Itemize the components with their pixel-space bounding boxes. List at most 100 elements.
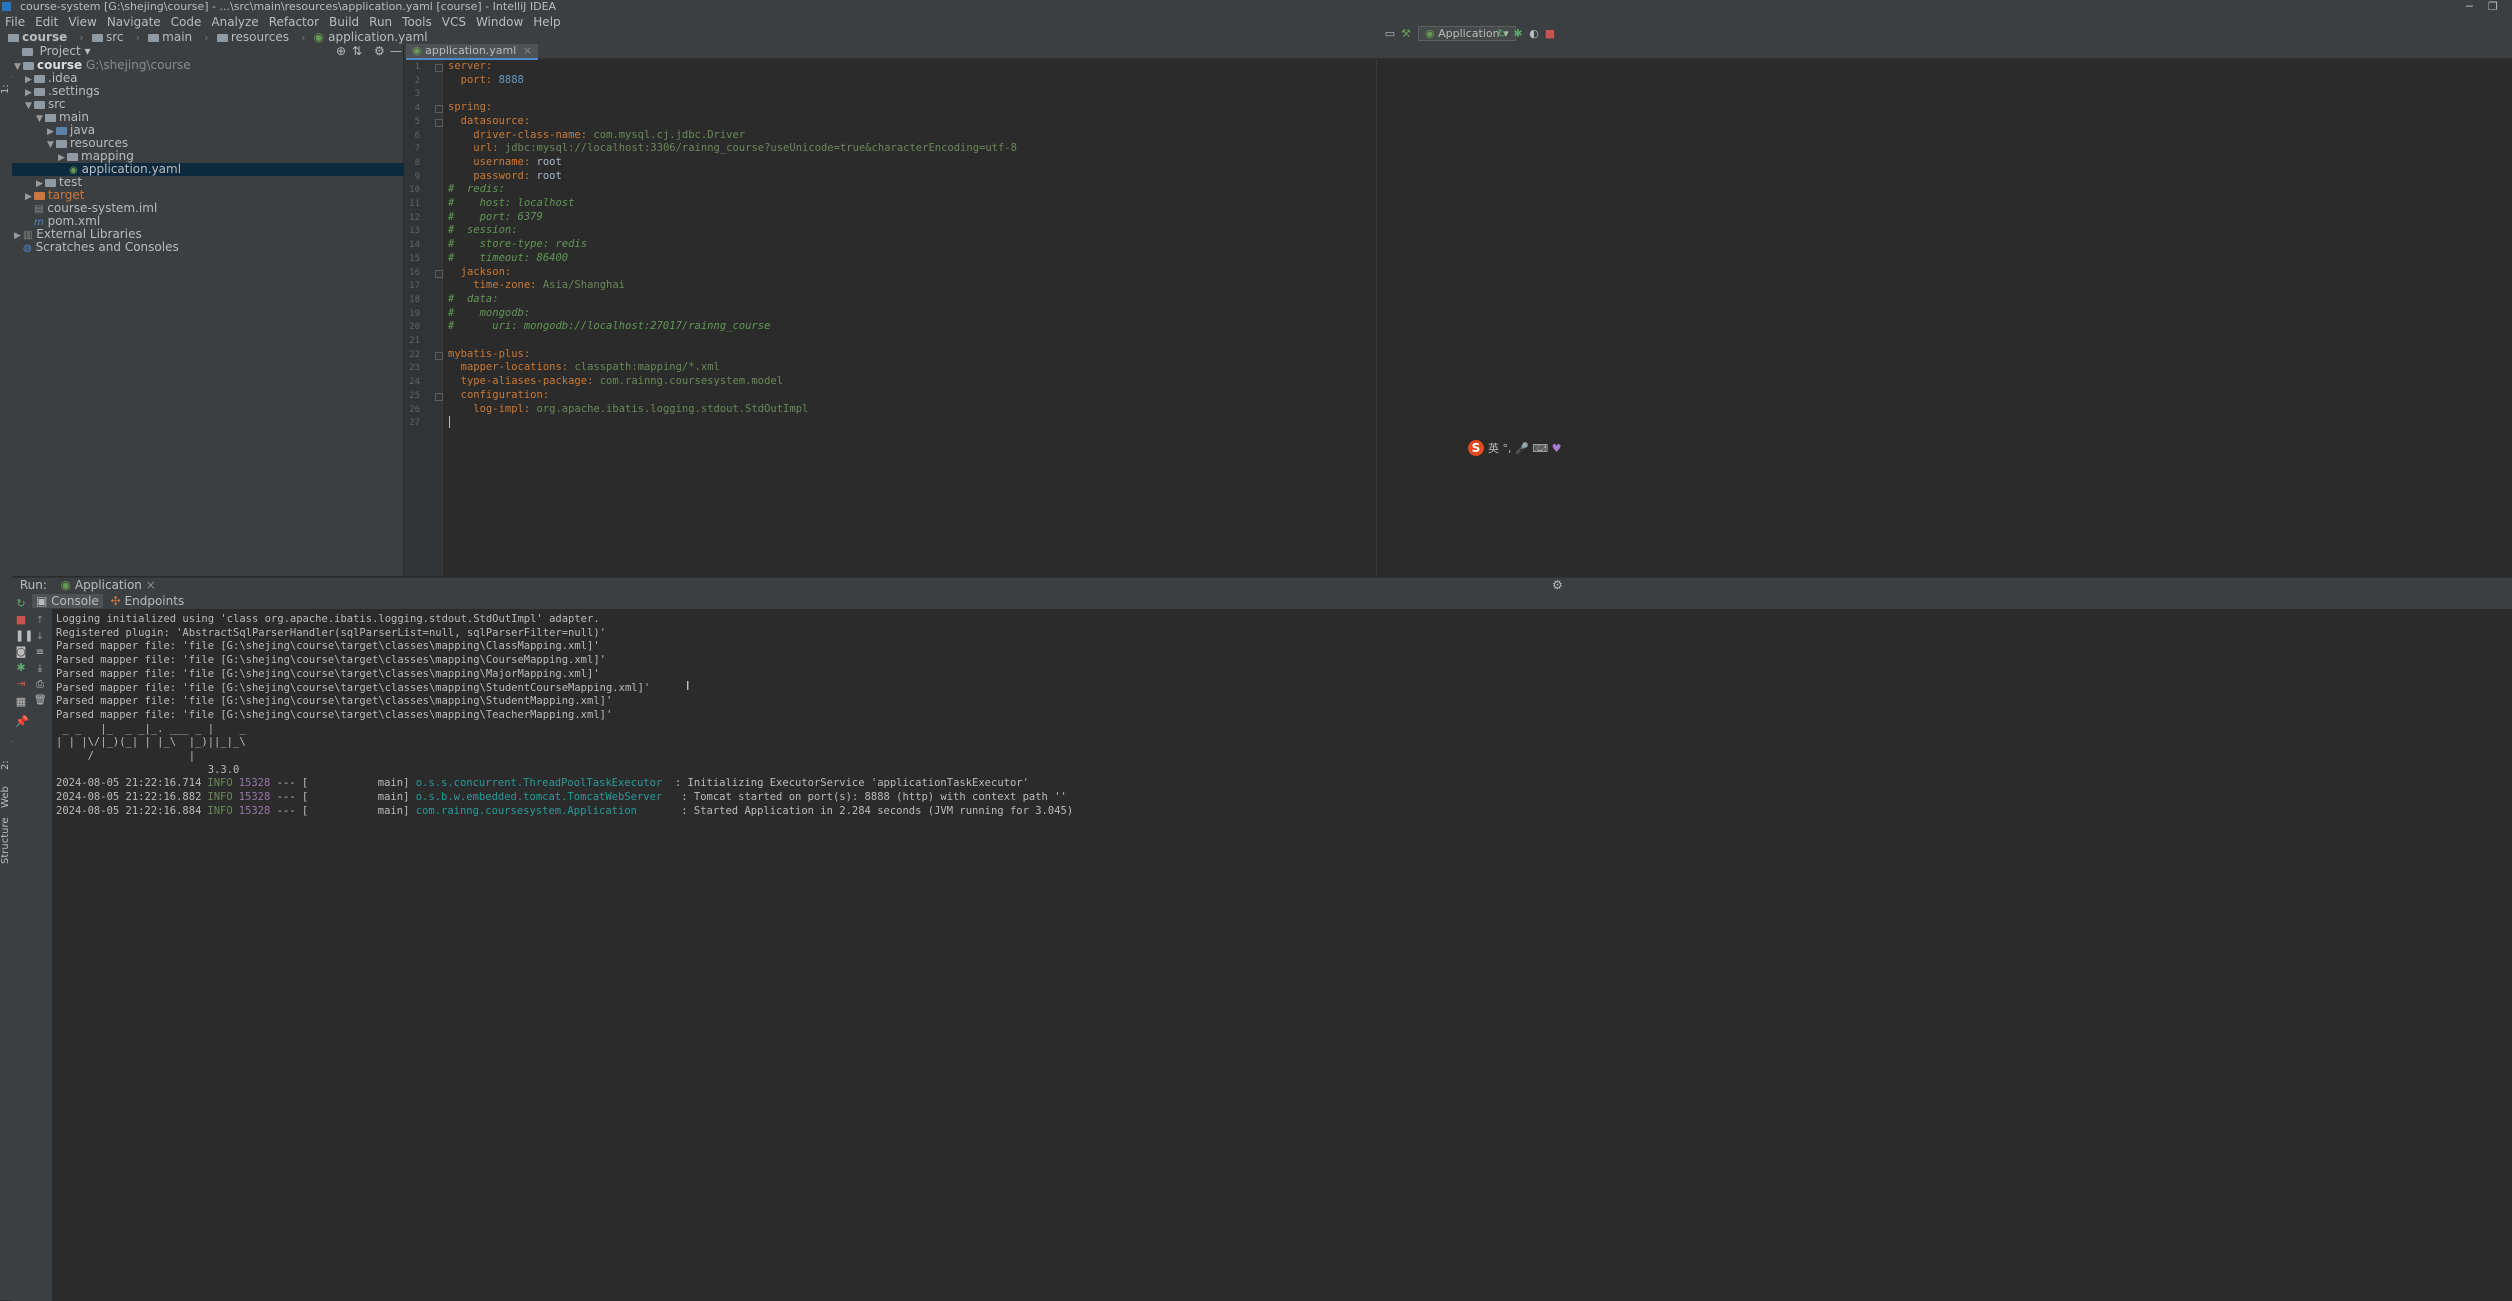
exit-icon[interactable]: ⇥ (15, 678, 27, 690)
skin-icon[interactable]: ♥ (1552, 442, 1562, 455)
fold-marker-icon[interactable] (435, 105, 443, 114)
code-line: driver-class-name: com.mysql.cj.jdbc.Dri… (448, 129, 745, 143)
line-number: 24 (409, 377, 420, 388)
code-key: log-impl: (448, 402, 537, 415)
menu-view[interactable]: View (63, 14, 101, 30)
layout-icon[interactable]: ▭ (1384, 28, 1396, 40)
code-line: url: jdbc:mysql://localhost:3306/rainng_… (448, 142, 1017, 156)
yaml-file-icon: ◉ (412, 44, 422, 57)
print-icon[interactable]: ⎙ (34, 679, 46, 691)
log-logger: o.s.b.w.embedded.tomcat.TomcatWebServer (415, 791, 675, 804)
menu-help[interactable]: Help (528, 14, 565, 30)
debug-icon[interactable]: ✱ (15, 662, 27, 674)
code-value: root (536, 155, 562, 168)
fold-marker-icon[interactable] (435, 351, 443, 360)
source-folder-icon (56, 126, 67, 135)
layout-icon[interactable]: ▦ (15, 696, 27, 708)
camera-icon[interactable]: ◙ (15, 646, 27, 658)
menu-code[interactable]: Code (166, 14, 207, 30)
run-configuration-label: Application (1438, 27, 1500, 40)
breadcrumb-src[interactable]: src (106, 30, 124, 44)
menu-vcs[interactable]: VCS (437, 14, 471, 30)
console-line: Parsed mapper file: 'file [G:\shejing\co… (56, 654, 606, 667)
menu-tools[interactable]: Tools (397, 14, 437, 30)
build-hammer-icon[interactable]: ⚒ (1400, 28, 1412, 40)
stop-icon[interactable]: ■ (15, 614, 27, 626)
chevron-down-icon[interactable]: ▾ (85, 44, 91, 58)
pause-icon[interactable]: ❚❚ (15, 630, 33, 642)
menu-window[interactable]: Window (471, 14, 528, 30)
breadcrumb-resources[interactable]: resources (231, 30, 289, 44)
collapse-all-icon[interactable]: ⇅ (352, 44, 362, 58)
arrow-up-icon[interactable]: ↑ (34, 615, 46, 627)
code-comment: # store-type: redis (448, 238, 588, 251)
locate-icon[interactable]: ⊕ (336, 44, 346, 58)
tab-application-yaml[interactable]: ◉ application.yaml × (406, 44, 539, 60)
tree-item-resources[interactable]: ▼ resources (12, 137, 438, 151)
line-number: 25 (409, 390, 420, 401)
run-panel-header: Run: ◉ Application × ⚙ (12, 578, 2512, 592)
stop-icon[interactable]: ■ (1544, 28, 1556, 40)
menu-refactor[interactable]: Refactor (264, 14, 324, 30)
run-settings-icon[interactable]: ⚙ (1552, 578, 1563, 592)
pin-icon[interactable]: 📌 (15, 716, 29, 728)
console-output[interactable]: Logging initialized using 'class org.apa… (52, 609, 2512, 1301)
menu-navigate[interactable]: Navigate (102, 14, 166, 30)
structure-tool-tab[interactable]: Structure (0, 817, 12, 864)
folder-icon (91, 33, 103, 42)
line-number: 27 (409, 418, 420, 429)
fold-marker-icon[interactable] (435, 269, 443, 278)
line-number: 12 (409, 212, 420, 223)
hide-panel-icon[interactable]: — (390, 44, 402, 58)
web-tool-tab[interactable]: Web (0, 784, 12, 808)
menu-file[interactable]: File (0, 14, 30, 30)
log-lvl: INFO (207, 804, 233, 817)
restore-icon[interactable]: ❐ (2488, 0, 2498, 14)
code-line: username: root (448, 156, 562, 170)
tab-endpoints[interactable]: ✣ Endpoints (107, 594, 189, 608)
tab-console[interactable]: ▣ Console (32, 594, 103, 608)
line-number: 14 (409, 240, 420, 251)
debug-icon[interactable]: ✱ (1512, 28, 1524, 40)
run-tab-application[interactable]: Application (75, 578, 142, 592)
code-value: Asia/Shanghai (542, 279, 626, 292)
chevron-right-icon: › (135, 31, 141, 44)
keyboard-icon[interactable]: ⌨ (1532, 442, 1548, 455)
tree-item-scratches[interactable]: ◍ Scratches and Consoles (12, 241, 414, 255)
breadcrumb-course[interactable]: course (22, 30, 67, 44)
tree-item-settings[interactable]: ▶ .settings (12, 85, 416, 99)
menu-analyze[interactable]: Analyze (206, 14, 263, 30)
punctuation-icon[interactable]: °, (1503, 442, 1512, 455)
coverage-icon[interactable]: ◐ (1528, 28, 1540, 40)
console-line: Logging initialized using 'class org.apa… (56, 613, 600, 625)
menu-edit[interactable]: Edit (30, 14, 63, 30)
menu-run[interactable]: Run (364, 14, 397, 30)
minimize-icon[interactable]: ─ (2466, 0, 2473, 14)
close-icon[interactable]: × (523, 44, 532, 57)
soft-wrap-icon[interactable]: ≡ (34, 647, 46, 659)
ime-language[interactable]: 英 (1488, 442, 1499, 455)
console-log-line: 2024-08-05 21:22:16.714 INFO 15328 --- [ m… (56, 777, 1029, 791)
microphone-icon[interactable]: 🎤 (1515, 442, 1529, 455)
breadcrumb-file[interactable]: application.yaml (328, 30, 428, 44)
gear-icon[interactable]: ⚙ (374, 44, 385, 58)
arrow-down-icon[interactable]: ↓ (34, 631, 46, 643)
tree-item-label: course-system.iml (47, 201, 158, 215)
fold-marker-icon[interactable] (435, 392, 443, 401)
fold-marker-icon[interactable] (435, 118, 443, 127)
clear-all-icon[interactable]: 🗑 (34, 695, 47, 707)
rerun-icon[interactable]: ↻ (15, 598, 27, 610)
run-icon[interactable]: ↻ (1496, 28, 1508, 40)
breadcrumb-main[interactable]: main (162, 30, 192, 44)
close-icon[interactable]: × (146, 578, 156, 592)
ime-toolbar[interactable]: S英 °, 🎤 ⌨ ♥ (1468, 440, 1561, 458)
project-view-select[interactable]: Project (40, 44, 81, 58)
code-line: log-impl: org.apache.ibatis.logging.stdo… (448, 403, 808, 417)
fold-marker-icon[interactable] (435, 64, 443, 72)
right-margin-guide (1376, 60, 1377, 576)
folder-icon (216, 33, 228, 42)
favorites-tool-tab[interactable]: 2: Favorites (0, 724, 22, 770)
menu-build[interactable]: Build (324, 14, 364, 30)
project-tool-tab[interactable]: 1: Project (0, 48, 22, 94)
scroll-to-end-icon[interactable]: ⤓ (34, 663, 46, 675)
